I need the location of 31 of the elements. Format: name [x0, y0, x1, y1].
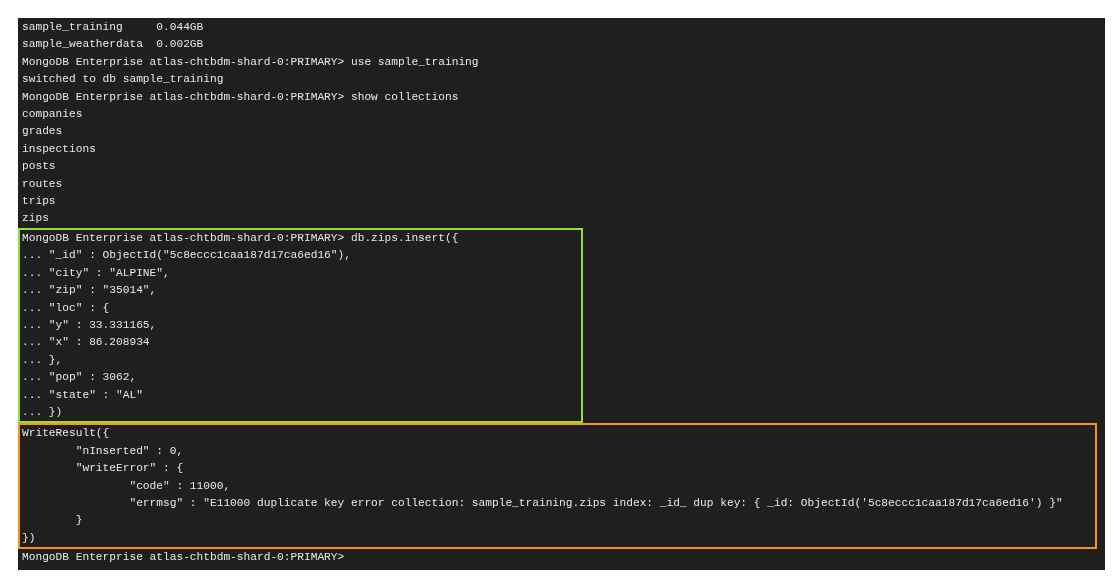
terminal-line: ... "zip" : "35014", [21, 283, 157, 299]
terminal-line: ... "x" : 86.208934 [21, 335, 150, 351]
terminal-line: "code" : 11000, [128, 478, 231, 494]
terminal-line: } [74, 513, 83, 529]
terminal-line: MongoDB Enterprise atlas-chtbdm-shard-0:PRIMARY> db.zips.insert({ [21, 230, 459, 246]
terminal-line: MongoDB Enterprise atlas-chtbdm-shard-0:PRIMARY> show collections [21, 89, 459, 105]
terminal-line: inspections [21, 141, 96, 157]
terminal-line: ... "city" : "ALPINE", [21, 265, 170, 281]
terminal-line: MongoDB Enterprise atlas-chtbdm-shard-0:PRIMARY> use sample_training [21, 54, 479, 70]
terminal-line: sample_training 0.044GB [21, 20, 204, 35]
terminal-line: switched to db sample_training [21, 72, 224, 88]
terminal-line: ... "loc" : { [21, 300, 110, 316]
terminal-line: WriteResult({ [21, 426, 110, 442]
terminal-line: grades [21, 124, 63, 140]
terminal-line: "nInserted" : 0, [74, 443, 184, 459]
terminal-line: ... "state" : "AL" [21, 387, 143, 403]
terminal-line: routes [21, 176, 63, 192]
terminal-line: trips [21, 194, 56, 210]
terminal-line: posts [21, 159, 56, 175]
terminal-line: ... "pop" : 3062, [21, 370, 137, 386]
terminal-line: zips [21, 211, 49, 227]
terminal-line: ... }) [21, 404, 63, 420]
terminal-line: ... }, [21, 352, 63, 368]
terminal-line: sample_weatherdata 0.002GB [21, 37, 204, 53]
terminal-line: ... "_id" : ObjectId("5c8eccc1caa187d17ca6ed16"), [21, 248, 351, 264]
terminal-line: companies [21, 107, 83, 123]
terminal-line: "errmsg" : "E11000 duplicate key error collection: sample_training.zips index: _id_ dup key: { _id: ObjectId('5c8eccc1caa187d17ca6ed16') }" [128, 495, 1063, 511]
terminal-line: ... "y" : 33.331165, [21, 317, 157, 333]
terminal-line: }) [21, 530, 36, 546]
terminal-line: MongoDB Enterprise atlas-chtbdm-shard-0:PRIMARY> [21, 550, 345, 566]
terminal-line: "writeError" : { [74, 461, 184, 477]
